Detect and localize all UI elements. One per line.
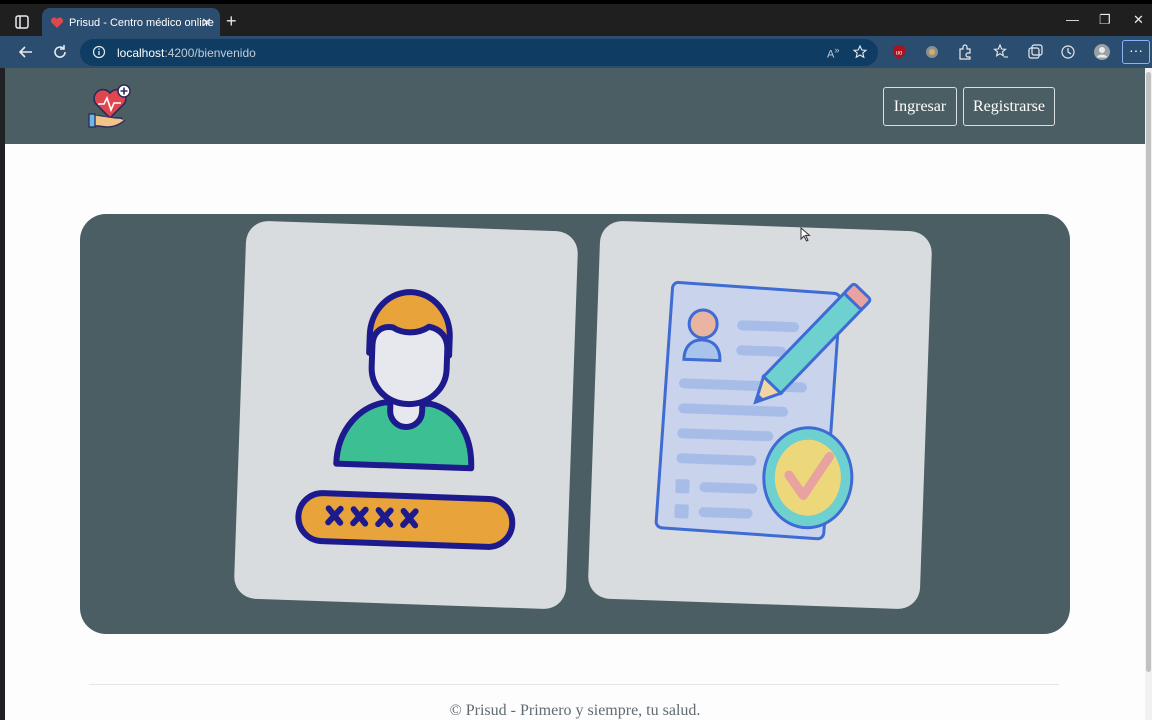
prisud-logo-icon[interactable] xyxy=(88,82,134,130)
extensions-puzzle-icon[interactable] xyxy=(956,43,974,61)
back-arrow-icon[interactable] xyxy=(16,42,36,62)
read-aloud-icon[interactable]: A» xyxy=(827,45,839,61)
settings-more-icon[interactable]: ··· xyxy=(1122,40,1150,64)
user-password-illustration xyxy=(295,289,516,550)
site-info-icon[interactable] xyxy=(92,45,106,59)
footer-divider xyxy=(89,684,1059,685)
site-header: Ingresar Registrarse xyxy=(5,68,1145,144)
minimize-icon[interactable]: — xyxy=(1066,12,1079,27)
refresh-icon[interactable] xyxy=(50,42,70,62)
svg-text:uo: uo xyxy=(896,51,903,57)
tab-actions-icon[interactable] xyxy=(12,12,32,32)
browser-titlebar: Prisud - Centro médico online ✕ + — ❐ ✕ xyxy=(0,0,1152,40)
new-tab-icon[interactable]: + xyxy=(226,11,237,32)
document-check-illustration xyxy=(654,280,872,541)
profile-avatar-icon[interactable] xyxy=(1093,43,1111,61)
ublock-extension-icon[interactable]: uo xyxy=(890,43,908,61)
heart-favicon-icon xyxy=(50,17,64,28)
mouse-cursor-icon xyxy=(800,227,811,242)
page-viewport: Ingresar Registrarse © Prisud - Primero … xyxy=(5,68,1145,720)
options-panel xyxy=(80,214,1070,634)
login-card[interactable] xyxy=(233,220,579,610)
url-text: localhost:4200/bienvenido xyxy=(117,46,256,60)
extension-globe-icon[interactable] xyxy=(923,43,941,61)
scrollbar-thumb[interactable] xyxy=(1146,72,1151,672)
register-card[interactable] xyxy=(587,220,933,610)
collections-icon[interactable] xyxy=(1026,43,1044,61)
login-button[interactable]: Ingresar xyxy=(883,87,957,126)
footer-text: © Prisud - Primero y siempre, tu salud. xyxy=(449,702,701,719)
register-button[interactable]: Registrarse xyxy=(963,87,1055,126)
browser-navbar: localhost:4200/bienvenido A» uo ··· xyxy=(0,36,1152,68)
favorites-icon[interactable] xyxy=(992,43,1010,61)
page-scrollbar[interactable] xyxy=(1145,68,1152,720)
restore-icon[interactable]: ❐ xyxy=(1099,12,1111,28)
close-tab-icon[interactable]: ✕ xyxy=(201,15,212,31)
tab-title: Prisud - Centro médico online xyxy=(69,17,214,29)
close-window-icon[interactable]: ✕ xyxy=(1133,12,1144,28)
favorite-star-icon[interactable] xyxy=(852,44,868,60)
history-icon[interactable] xyxy=(1059,43,1077,61)
address-bar[interactable]: localhost:4200/bienvenido A» xyxy=(80,39,878,66)
